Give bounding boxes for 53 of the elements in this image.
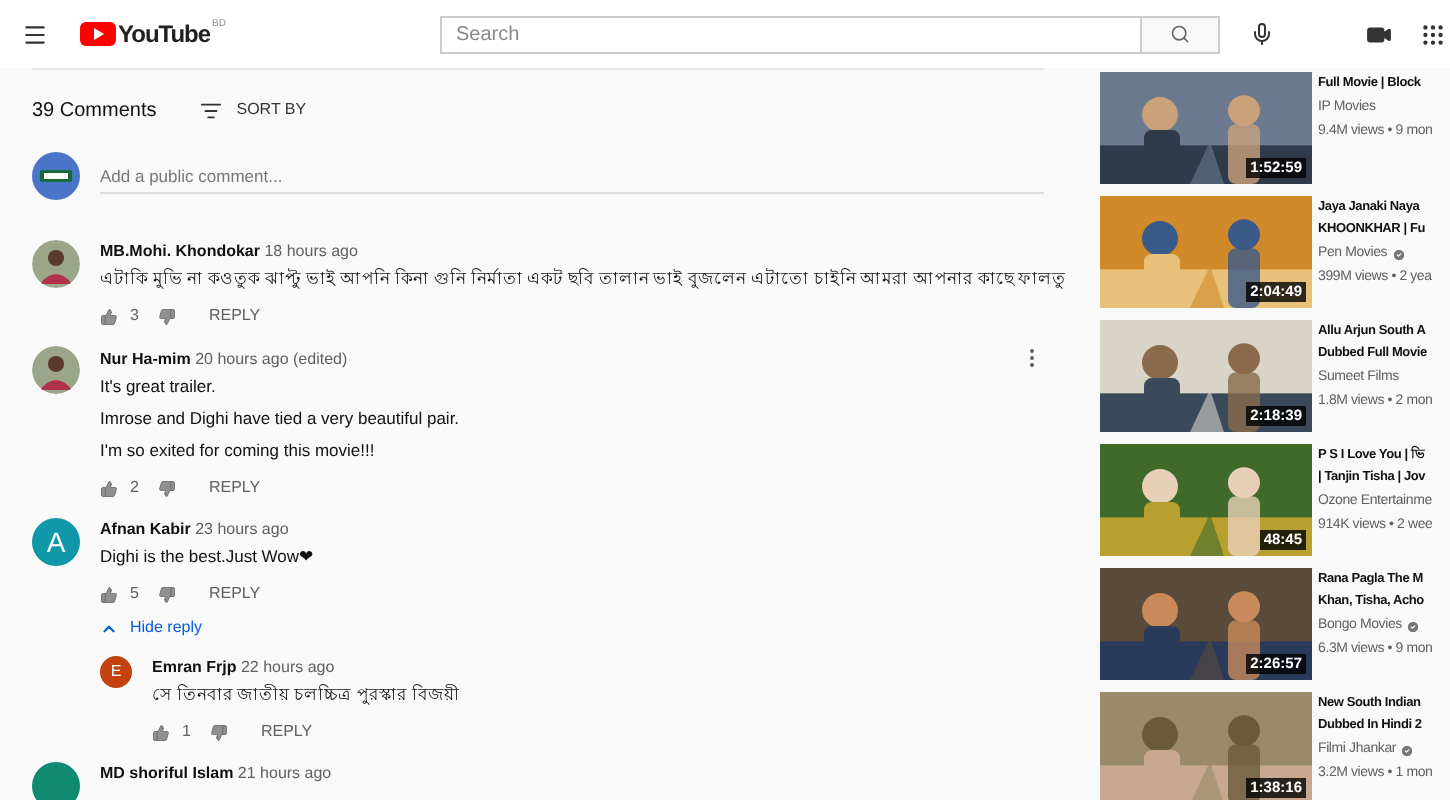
avatar [32,346,80,394]
author-name[interactable]: Emran Frjp [152,658,237,676]
comment-text: Dighi is the best.Just Wow❤ [98,544,318,570]
sort-button[interactable]: SORT BY [200,98,307,122]
avatar: E [100,656,132,688]
like-count: 2 [130,476,139,500]
author-name[interactable]: MD shoriful Islam [100,764,234,782]
like-count: 1 [182,720,191,744]
comment-time: 18 hours ago [264,242,358,260]
play-logo-icon [80,22,116,46]
like-count: 5 [130,582,139,606]
comment-text: এটাকি মুভি না কওতুক ঝাপ্টু ভাই আপনি কিনা গুনি নির্মাতা একট ছবি তালান ভাই বুজলেন এটাতো চাইনি আমরা আপনার কাছে ফালতু [98,266,1069,293]
comment-text: সে তিনবার জাতীয় চলচ্চিত্র পুরস্কার বিজয়ী [150,682,462,709]
avatar: A [32,518,80,566]
dislike-icon[interactable] [158,479,177,497]
like-icon[interactable] [100,479,118,497]
avatar [32,152,80,200]
like-icon[interactable] [100,585,118,603]
sort-icon [200,99,223,121]
hide-replies-toggle[interactable]: Hide reply [100,616,203,640]
comment-time: 22 hours ago [240,658,335,676]
reply-button[interactable]: REPLY [208,304,261,328]
avatar [32,240,80,288]
comment-time: 23 hours ago [195,520,289,538]
author-name[interactable]: MB.Mohi. Khondokar [100,242,260,260]
author-name[interactable]: Afnan Kabir [100,520,191,538]
like-icon[interactable] [152,723,170,741]
comment-text: It's great trailer. [98,374,218,400]
verified-icon [1391,247,1406,262]
comment-time: 20 hours ago (edited) [195,349,348,367]
search-icon [1170,24,1190,44]
verified-icon [1400,743,1415,758]
comment-field[interactable]: Add a public comment... [100,158,1044,194]
verified-icon [1405,619,1420,634]
dislike-icon[interactable] [210,723,229,741]
mic-icon[interactable] [1250,22,1274,46]
reply-button[interactable]: REPLY [208,582,261,606]
search-button[interactable] [1142,15,1220,53]
menu-icon[interactable] [22,21,48,47]
search-field[interactable]: Search [440,15,1142,53]
reply-button[interactable]: REPLY [208,476,261,500]
like-count: 3 [130,304,139,328]
comment-text: I'm so exited for coming this movie!!! [98,438,377,464]
dislike-icon[interactable] [158,307,177,325]
comment-text: Imrose and Dighi have tied a very beautiful pair. [98,406,462,432]
author-name[interactable]: Nur Ha-mim [100,349,191,367]
comment-time: 21 hours ago [237,764,332,782]
like-icon[interactable] [100,307,118,325]
dislike-icon[interactable] [158,585,177,603]
comment-count: 39 Comments [32,97,157,125]
reply-button[interactable]: REPLY [260,720,313,744]
apps-icon[interactable] [1420,21,1446,47]
create-video-icon[interactable] [1366,21,1392,47]
